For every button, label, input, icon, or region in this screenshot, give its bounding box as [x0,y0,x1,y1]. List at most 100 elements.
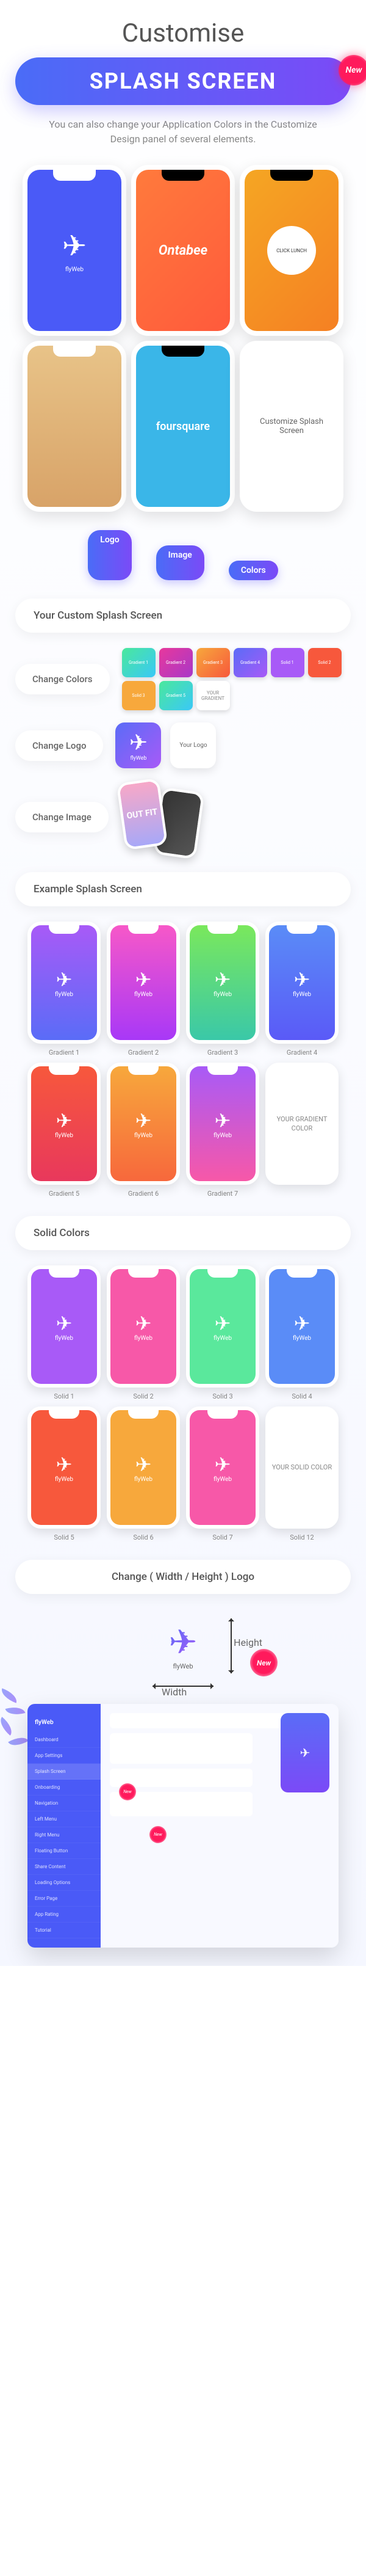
ex-label: Gradient 4 [287,1049,317,1057]
nav-item[interactable]: Left Menu [27,1811,101,1827]
ex-label: Solid 5 [54,1534,74,1541]
flyweb-label: flyWeb [55,1335,73,1342]
admin-section [110,1733,253,1764]
paper-plane-icon: ✈ [56,968,73,991]
ex-label: Solid 2 [133,1392,153,1400]
swatch-custom[interactable]: YOUR GRADIENT [196,681,230,710]
phone-flyweb: ✈flyWeb [23,165,126,336]
nav-item[interactable]: Floating Button [27,1843,101,1859]
customize-label: Customize Splash Screen [245,417,339,435]
swatch-gradient5[interactable]: Gradient 5 [159,681,193,710]
swatch-gradient2[interactable]: Gradient 2 [159,648,193,677]
image-demo: OUT FIT [121,780,200,854]
nav-item[interactable]: Share Content [27,1859,101,1875]
swatch-solid3[interactable]: Solid 3 [122,681,156,710]
ex-label: Solid 12 [290,1534,314,1541]
height-label: Height [234,1637,262,1648]
nav-item[interactable]: App Rating [27,1907,101,1923]
ex-label: Gradient 5 [49,1190,79,1198]
phone-fashion [23,341,126,512]
hero-phone-grid: ✈flyWeb Ontabee CLICK LUNCH foursquare C… [15,165,351,512]
new-badge: New [149,1826,167,1843]
nav-item[interactable]: Tutorial [27,1923,101,1938]
page-title: Customise [15,18,351,48]
nav-item[interactable]: Navigation [27,1796,101,1811]
ex-label: Gradient 3 [207,1049,238,1057]
phone-foursquare: foursquare [131,341,235,512]
ex-solid3: ✈flyWeb [186,1265,259,1388]
swatch-gradient1[interactable]: Gradient 1 [122,648,156,677]
tags-row: Logo Image Colors [15,530,351,580]
flyweb-label: flyWeb [293,991,311,998]
subtitle: You can also change your Application Col… [15,117,351,147]
section-custom-splash: Your Custom Splash Screen [15,599,351,633]
phone-clicklunch: CLICK LUNCH [240,165,343,336]
ex-label: Solid 1 [54,1392,74,1400]
flyweb-label: flyWeb [173,1662,193,1670]
ex-label: Solid 3 [212,1392,232,1400]
ex-label: Solid 4 [292,1392,312,1400]
arrow-vertical-icon [231,1618,232,1673]
flyweb-label: flyWeb [134,1476,152,1483]
change-image-label: Change Image [15,802,109,832]
swatch-gradient3[interactable]: Gradient 3 [196,648,230,677]
nav-item[interactable]: Right Menu [27,1827,101,1843]
paper-plane-icon: ✈ [56,1453,73,1476]
ex-gradient5: ✈flyWeb [27,1063,101,1185]
swatch-solid1[interactable]: Solid 1 [271,648,304,677]
paper-plane-icon: ✈ [56,1312,73,1335]
section-solid: Solid Colors [15,1216,351,1250]
paper-plane-icon: ✈ [129,730,148,755]
flyweb-label: flyWeb [55,1132,73,1139]
flyweb-label: flyWeb [214,1335,232,1342]
admin-main: ✈ New New [101,1704,339,1948]
paper-plane-icon: ✈ [300,1745,310,1760]
admin-panel: flyWeb Dashboard App Settings Splash Scr… [27,1704,339,1948]
width-label: Width [162,1686,187,1698]
ex-solid2: ✈flyWeb [107,1265,180,1388]
ex-gradient1: ✈flyWeb [27,922,101,1044]
ex-solid4: ✈flyWeb [265,1265,339,1388]
admin-brand: flyWeb [27,1713,101,1732]
nav-item[interactable]: Error Page [27,1891,101,1907]
paper-plane-icon: ✈ [215,1453,231,1476]
paper-plane-icon: ✈ [215,1109,231,1132]
ex-label [301,1190,303,1198]
flyweb-label: flyWeb [134,1132,152,1139]
nav-item[interactable]: Onboarding [27,1780,101,1796]
swatch-label: Gradient 1 [129,660,148,665]
nav-item[interactable]: Dashboard [27,1732,101,1748]
ontabee-label: Ontabee [159,243,207,258]
swatch-gradient4[interactable]: Gradient 4 [234,648,267,677]
nav-item-active[interactable]: Splash Screen [27,1764,101,1780]
foursquare-label: foursquare [156,420,210,433]
ex-solid6: ✈flyWeb [107,1406,180,1529]
paper-plane-icon: ✈ [56,1109,73,1132]
swatch-solid2[interactable]: Solid 2 [308,648,342,677]
banner-text: SPLASH SCREEN [34,68,332,94]
new-badge: New [250,1649,278,1676]
logo-gradient-box: ✈flyWeb [115,722,161,768]
ex-gradient3: ✈flyWeb [186,922,259,1044]
phone-ontabee: Ontabee [131,165,235,336]
demo-phone-outfit: OUT FIT [116,778,168,851]
ex-gradient2: ✈flyWeb [107,922,180,1044]
flyweb-label: flyWeb [214,1132,232,1139]
swatch-label: Solid 3 [132,693,145,698]
nav-item[interactable]: Loading Options [27,1875,101,1891]
section-example: Example Splash Screen [15,872,351,906]
ex-label: Gradient 1 [49,1049,79,1057]
swatch-label: YOUR GRADIENT [196,690,230,701]
new-badge: New [339,55,366,86]
tag-image: Image [156,545,204,580]
paper-plane-icon: ✈ [294,1312,310,1335]
swatch-label: Gradient 5 [166,693,185,698]
ex-solid5: ✈flyWeb [27,1406,101,1529]
nav-item[interactable]: App Settings [27,1748,101,1764]
swatch-label: Solid 2 [318,660,331,665]
new-badge: New [119,1783,136,1800]
paper-plane-icon: ✈ [62,228,87,263]
flyweb-label: flyWeb [214,1476,232,1483]
ex-label: Solid 7 [212,1534,232,1541]
paper-plane-icon: ✈ [215,968,231,991]
